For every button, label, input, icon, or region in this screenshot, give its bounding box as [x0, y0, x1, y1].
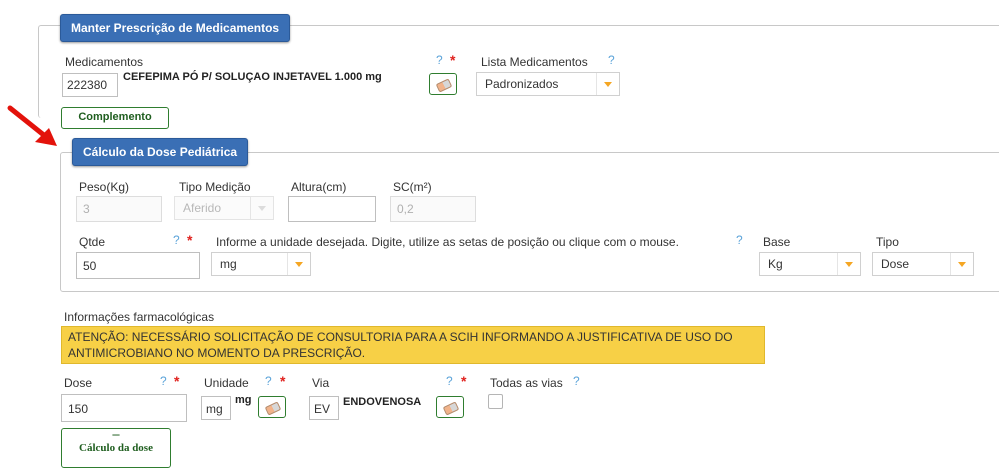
dose-unidade-help-icon[interactable]: ?	[265, 374, 272, 388]
todas-as-vias-help-icon[interactable]: ?	[573, 374, 580, 388]
informacoes-farmacologicas-label: Informações farmacológicas	[64, 310, 215, 324]
dose-unidade-required-icon: *	[280, 373, 286, 389]
chevron-down-icon	[596, 73, 619, 95]
lista-medicamentos-value: Padronizados	[485, 77, 559, 91]
via-code-input[interactable]: EV	[309, 396, 339, 420]
dose-help-icon[interactable]: ?	[160, 374, 167, 388]
altura-label: Altura(cm)	[291, 180, 347, 194]
chevron-down-icon	[287, 253, 310, 275]
section-title-prescricao: Manter Prescrição de Medicamentos	[60, 14, 291, 42]
qtde-label: Qtde	[79, 235, 106, 249]
dose-required-icon: *	[174, 373, 180, 389]
base-value: Kg	[768, 257, 783, 271]
via-clear-button[interactable]	[436, 396, 464, 418]
medicamento-code-input[interactable]: 222380	[62, 73, 118, 97]
sc-input: 0,2	[390, 196, 476, 222]
chevron-down-icon	[250, 197, 273, 219]
dose-input[interactable]: 150	[61, 394, 187, 422]
dose-label: Dose	[64, 376, 93, 390]
lista-medicamentos-help-icon[interactable]: ?	[608, 53, 615, 67]
via-label: Via	[312, 376, 330, 390]
medicamentos-required-icon: *	[450, 52, 456, 68]
lista-medicamentos-select[interactable]: Padronizados	[476, 72, 620, 96]
tipo-select[interactable]: Dose	[872, 252, 974, 276]
chevron-down-icon	[837, 253, 860, 275]
unidade-select[interactable]: mg	[211, 252, 311, 276]
dose-unidade-clear-button[interactable]	[258, 396, 286, 418]
tipo-medicao-value: Aferido	[183, 201, 222, 215]
todas-as-vias-checkbox[interactable]	[488, 394, 503, 409]
calculo-da-dose-mark: –	[112, 427, 120, 442]
medicamento-name: CEFEPIMA PÓ P/ SOLUÇAO INJETAVEL 1.000 m…	[123, 71, 382, 83]
tipo-label: Tipo	[876, 235, 899, 249]
qtde-required-icon: *	[187, 232, 193, 248]
medicamentos-help-icon[interactable]: ?	[436, 53, 443, 67]
calculo-da-dose-label: Cálculo da dose	[79, 442, 153, 454]
base-label: Base	[763, 235, 791, 249]
dose-unidade-label: Unidade	[204, 376, 249, 390]
unidade-info-help-icon[interactable]: ?	[736, 233, 743, 247]
section-title-pediatrica: Cálculo da Dose Pediátrica	[72, 138, 249, 166]
lista-medicamentos-label: Lista Medicamentos	[481, 55, 588, 69]
warning-banner: ATENÇÃO: NECESSÁRIO SOLICITAÇÃO DE CONSU…	[61, 326, 765, 364]
base-select[interactable]: Kg	[759, 252, 861, 276]
eraser-icon	[264, 401, 282, 416]
dose-unidade-code-input[interactable]: mg	[201, 396, 231, 420]
qtde-input[interactable]: 50	[76, 252, 200, 279]
peso-label: Peso(Kg)	[79, 180, 130, 194]
chevron-down-icon	[950, 253, 973, 275]
dose-unidade-name: mg	[235, 394, 252, 406]
unidade-info-text: Informe a unidade desejada. Digite, util…	[216, 235, 679, 249]
tipo-value: Dose	[881, 257, 910, 271]
eraser-icon	[442, 401, 460, 416]
via-help-icon[interactable]: ?	[446, 374, 453, 388]
altura-input[interactable]	[288, 196, 376, 222]
red-arrow-icon	[7, 105, 57, 146]
complemento-button[interactable]: Complemento	[61, 107, 169, 129]
qtde-help-icon[interactable]: ?	[173, 233, 180, 247]
tipo-medicao-label: Tipo Medição	[179, 180, 251, 194]
todas-as-vias-label: Todas as vias	[490, 376, 563, 390]
tipo-medicao-select: Aferido	[174, 196, 274, 220]
via-required-icon: *	[461, 373, 467, 389]
eraser-icon	[435, 78, 453, 93]
peso-input: 3	[76, 196, 162, 222]
medicamentos-label: Medicamentos	[65, 55, 144, 69]
unidade-value: mg	[220, 257, 237, 271]
calculo-da-dose-button[interactable]: – Cálculo da dose	[61, 428, 171, 468]
sc-label: SC(m²)	[393, 180, 432, 194]
medicamento-clear-button[interactable]	[429, 73, 457, 95]
via-name: ENDOVENOSA	[343, 396, 422, 408]
